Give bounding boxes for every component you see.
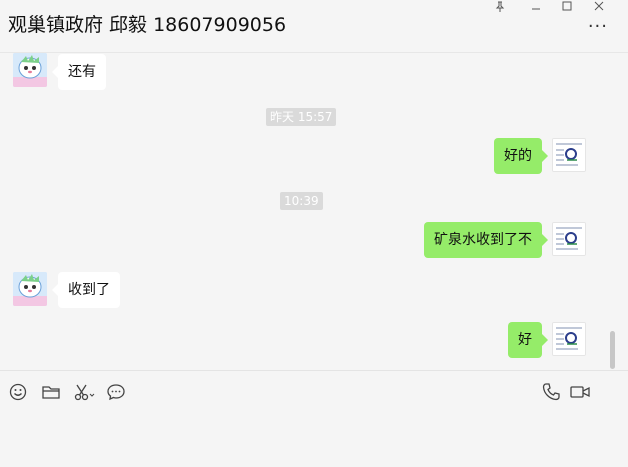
video-call-icon[interactable] [569, 382, 591, 402]
close-icon[interactable] [587, 0, 611, 14]
message-bubble-outgoing[interactable]: 好的 [494, 138, 548, 174]
message-bubble-incoming[interactable]: 还有 [52, 54, 106, 90]
self-avatar[interactable] [552, 322, 586, 356]
more-icon[interactable]: ··· [588, 18, 608, 36]
emoji-icon[interactable] [8, 382, 28, 402]
message-bubble-outgoing[interactable]: 矿泉水收到了不 [424, 222, 548, 258]
phone-icon[interactable] [541, 382, 561, 402]
minimize-icon[interactable] [524, 0, 548, 14]
message-input[interactable] [0, 412, 628, 467]
contact-avatar[interactable] [13, 272, 47, 306]
scrollbar-thumb[interactable] [610, 331, 615, 369]
contact-avatar[interactable] [13, 53, 47, 87]
message-timestamp: 昨天 15:57 [266, 108, 337, 126]
maximize-icon[interactable] [555, 0, 579, 14]
chat-messages[interactable]: 还有 昨天 15:57 好的 10:39 矿泉水收到了不 收到了 好 [0, 53, 628, 370]
message-bubble-outgoing[interactable]: 好 [508, 322, 548, 358]
folder-icon[interactable] [41, 382, 61, 402]
chat-history-icon[interactable] [106, 382, 126, 402]
scissors-icon[interactable] [73, 382, 95, 402]
message-bubble-incoming[interactable]: 收到了 [52, 272, 120, 308]
pin-icon[interactable] [488, 0, 512, 14]
chat-scrollbar[interactable] [610, 62, 616, 372]
message-timestamp: 10:39 [280, 192, 323, 210]
self-avatar[interactable] [552, 138, 586, 172]
self-avatar[interactable] [552, 222, 586, 256]
chat-title: 观巢镇政府 邱毅 18607909056 [8, 14, 287, 36]
input-toolbar [0, 370, 628, 412]
chat-header: 观巢镇政府 邱毅 18607909056 ··· [0, 0, 628, 53]
